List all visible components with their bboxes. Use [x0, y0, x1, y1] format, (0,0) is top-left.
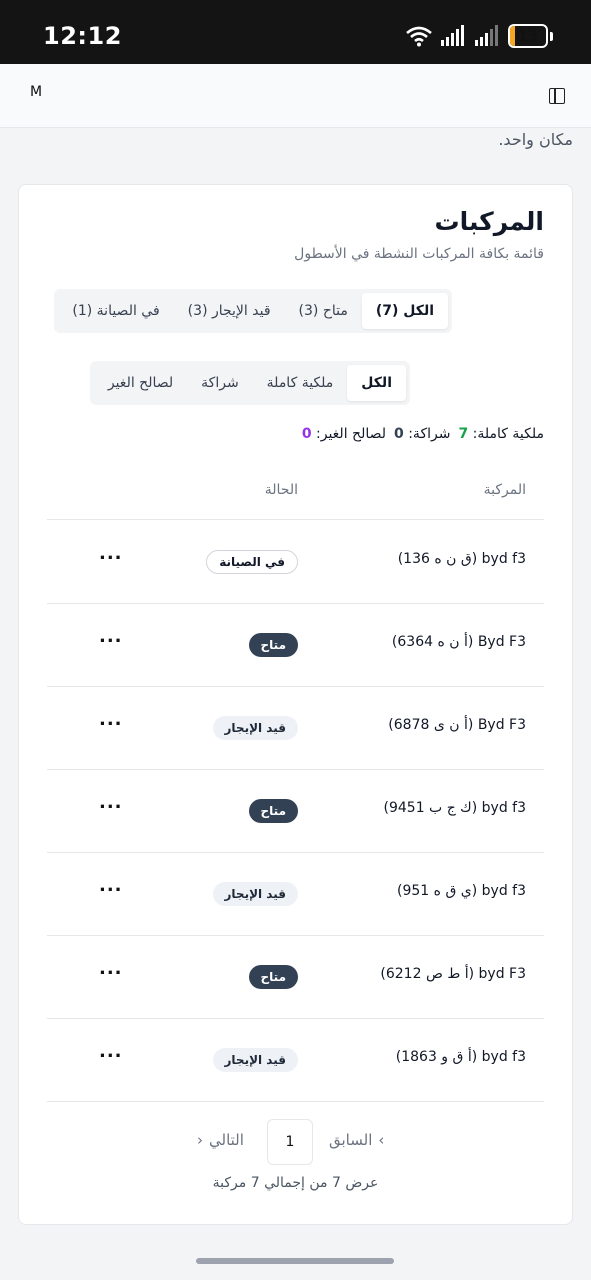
previous-section-text: مكان واحد. — [498, 130, 573, 149]
vehicle-name: byd f3 (ي ق ه 951) — [397, 883, 526, 899]
row-actions-menu-icon[interactable]: ... — [99, 543, 123, 564]
vehicle-name: byd f3 (ق ن ه 136) — [397, 551, 526, 567]
status-badge: متاح — [248, 799, 298, 823]
home-indicator[interactable] — [196, 1258, 394, 1264]
vehicles-card: المركبات قائمة بكافة المركبات النشطة في … — [18, 184, 573, 1225]
next-page-button[interactable]: التالي ‹ — [197, 1131, 244, 1149]
row-actions-menu-icon[interactable]: ... — [99, 709, 123, 730]
prev-page-button[interactable]: › السابق — [329, 1131, 384, 1149]
tab-third-party[interactable]: لصالح الغير — [94, 365, 187, 401]
vehicle-name: byd f3 (أ ق و 1863) — [395, 1049, 526, 1065]
row-actions-menu-icon[interactable]: ... — [99, 626, 123, 647]
row-actions-menu-icon[interactable]: ... — [99, 1041, 123, 1062]
tab-partnership[interactable]: شراكة — [187, 365, 253, 401]
tab-available[interactable]: متاح (3) — [285, 293, 362, 329]
battery-tip — [550, 31, 553, 41]
status-badge: متاح — [248, 965, 298, 989]
table-row[interactable]: Byd F3 (أ ن ه 6364) متاح... — [47, 604, 544, 687]
tab-all[interactable]: الكل (7) — [361, 293, 448, 329]
table-row[interactable]: byd f3 (ك ج ب 9451) متاح... — [47, 770, 544, 853]
tab-full-ownership[interactable]: ملكية كاملة — [253, 365, 348, 401]
next-page-label: التالي — [209, 1131, 244, 1149]
partnership-count: شراكة: 0 — [394, 426, 451, 442]
ownership-filter-tabs: لصالح الغير شراكة ملكية كاملة الكل — [89, 361, 410, 405]
column-status: الحالة — [264, 482, 298, 498]
status-badge: قيد الإيجار — [212, 1048, 298, 1072]
row-actions-menu-icon[interactable]: ... — [99, 875, 123, 896]
battery-icon: 13 — [508, 24, 548, 48]
user-avatar[interactable]: M — [30, 84, 42, 100]
row-actions-menu-icon[interactable]: ... — [99, 958, 123, 979]
table-row[interactable]: byd f3 (ق ن ه 136) في الصيانة... — [47, 521, 544, 604]
battery-level: 13 — [517, 27, 539, 45]
status-badge: في الصيانة — [206, 550, 298, 574]
chevron-left-icon: ‹ — [197, 1131, 203, 1149]
clock: 12:12 — [43, 22, 122, 50]
page-title: المركبات — [434, 207, 544, 236]
table-row[interactable]: byd f3 (ي ق ه 951) قيد الإيجار... — [47, 853, 544, 936]
battery-fill — [510, 26, 515, 46]
pagination-summary: عرض 7 من إجمالي 7 مركبة — [212, 1175, 379, 1191]
tab-ownership-all[interactable]: الكل — [347, 365, 406, 401]
chevron-right-icon: › — [378, 1131, 385, 1149]
app-header: M — [0, 64, 591, 128]
status-badge: قيد الإيجار — [212, 716, 298, 740]
tab-maintenance[interactable]: في الصيانة (1) — [58, 293, 173, 329]
vehicle-name: byd F3 (أ ط ص 6212) — [380, 966, 526, 982]
table-header: المركبة الحالة — [47, 470, 544, 520]
vehicle-name: Byd F3 (أ ن ى 6878) — [388, 717, 526, 733]
status-icons: 13 — [406, 23, 553, 49]
tab-rented[interactable]: قيد الإيجار (3) — [174, 293, 285, 329]
status-badge: متاح — [248, 633, 298, 657]
prev-page-label: السابق — [329, 1131, 373, 1149]
full-ownership-count: ملكية كاملة: 7 — [458, 426, 544, 442]
pagination: › السابق 1 التالي ‹ — [19, 1119, 572, 1165]
status-bar: 12:12 13 — [0, 0, 591, 64]
row-actions-menu-icon[interactable]: ... — [99, 792, 123, 813]
table-row[interactable]: byd F3 (أ ط ص 6212) متاح... — [47, 936, 544, 1019]
column-vehicle: المركبة — [483, 482, 526, 498]
table-row[interactable]: Byd F3 (أ ن ى 6878) قيد الإيجار... — [47, 687, 544, 770]
page-subtitle: قائمة بكافة المركبات النشطة في الأسطول — [294, 246, 544, 262]
status-badge: قيد الإيجار — [212, 882, 298, 906]
current-page-button[interactable]: 1 — [267, 1119, 313, 1165]
status-filter-tabs: في الصيانة (1) قيد الإيجار (3) متاح (3) … — [54, 289, 452, 333]
vehicle-name: Byd F3 (أ ن ه 6364) — [391, 634, 526, 650]
signal-icon-1 — [441, 25, 464, 46]
third-party-count: لصالح الغير: 0 — [301, 426, 387, 442]
sidebar-toggle-icon[interactable] — [549, 88, 565, 104]
ownership-counts: ملكية كاملة: 7 شراكة: 0 لصالح الغير: 0 — [302, 426, 544, 442]
vehicle-name: byd f3 (ك ج ب 9451) — [383, 800, 527, 816]
signal-icon-2 — [475, 25, 498, 46]
wifi-icon — [406, 26, 432, 47]
table-row[interactable]: byd f3 (أ ق و 1863) قيد الإيجار... — [47, 1019, 544, 1102]
